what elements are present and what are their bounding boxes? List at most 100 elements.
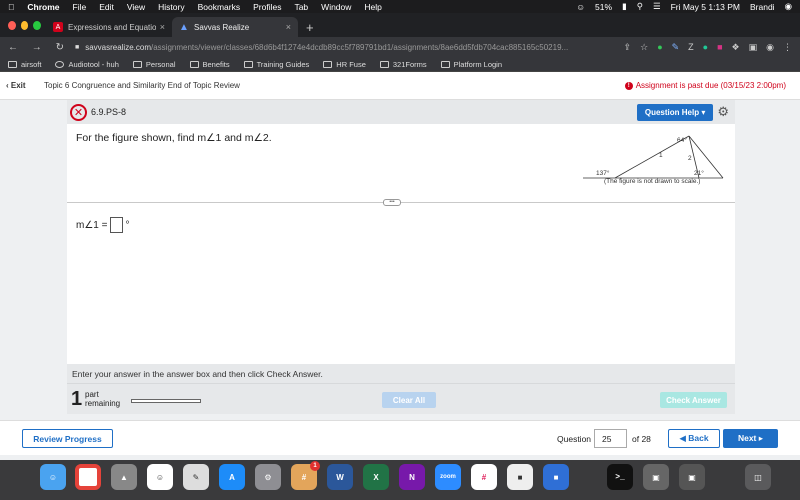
lock-icon[interactable]: ■	[75, 44, 79, 51]
wifi-icon[interactable]: ☺	[576, 2, 585, 12]
battery-icon[interactable]: ▮	[622, 1, 627, 12]
extension-green-icon[interactable]: ●	[657, 42, 662, 52]
close-tab-icon[interactable]: ×	[286, 22, 291, 32]
bookmark-airsoft[interactable]: airsoft	[8, 60, 41, 69]
exit-button[interactable]: ‹ Exit	[0, 81, 44, 90]
more-menu-icon[interactable]: ⋮	[783, 42, 792, 53]
resize-handle[interactable]: •••	[383, 199, 401, 206]
tab-expressions[interactable]: A Expressions and Equations Re ×	[46, 17, 172, 37]
roblox-studio-icon[interactable]: ■	[543, 464, 569, 490]
menubar:  Chrome File Edit View History Bookmark…	[0, 0, 800, 13]
divider	[67, 202, 735, 203]
trash-icon[interactable]: ◫	[745, 464, 771, 490]
menu-tab[interactable]: Tab	[294, 2, 308, 12]
battery-percent[interactable]: 51%	[595, 2, 612, 12]
control-center-icon[interactable]: ☰	[653, 1, 661, 12]
tab-savvas[interactable]: ▲ Savvas Realize ×	[172, 17, 298, 37]
question-prompt: For the figure shown, find m∠1 and m∠2.	[76, 132, 272, 144]
extension-teal-icon[interactable]: ●	[703, 42, 708, 52]
excel-icon[interactable]: X	[363, 464, 389, 490]
bookmark-benefits[interactable]: Benefits	[189, 59, 230, 69]
bookmark-audiotool[interactable]: Audiotool - huh	[55, 60, 119, 69]
bookmark-platform-login[interactable]: Platform Login	[440, 59, 502, 69]
close-tab-icon[interactable]: ×	[160, 22, 165, 32]
onenote-icon[interactable]: N	[399, 464, 425, 490]
word-icon[interactable]: W	[327, 464, 353, 490]
downloads-icon[interactable]: ▣	[679, 464, 705, 490]
app-store-icon[interactable]: A	[219, 464, 245, 490]
past-due-text: Assignment is past due (03/15/23 2:00pm)	[635, 81, 786, 90]
notification-badge: 1	[310, 461, 320, 471]
bookmark-training-guides[interactable]: Training Guides	[243, 60, 309, 69]
extension-z-icon[interactable]: Z	[688, 42, 694, 52]
question-label: Question	[557, 434, 592, 444]
angle-1-label: 1	[659, 152, 663, 159]
gear-icon[interactable]: ⚙	[717, 104, 729, 120]
bookmark-personal[interactable]: Personal	[132, 59, 176, 69]
bookmark-label: Platform Login	[453, 59, 502, 69]
menu-edit[interactable]: Edit	[99, 2, 114, 12]
roblox-icon[interactable]: ■	[507, 464, 533, 490]
share-icon[interactable]: ⇪	[624, 42, 632, 53]
close-window-button[interactable]	[8, 20, 16, 30]
notes-icon[interactable]: ✎	[183, 464, 209, 490]
bookmark-label: Benefits	[202, 59, 230, 69]
tab-strip: A Expressions and Equations Re × ▲ Savva…	[0, 13, 800, 37]
menu-file[interactable]: File	[73, 2, 87, 12]
bookmark-321forms[interactable]: 321Forms	[379, 60, 427, 69]
menu-app-name[interactable]: Chrome	[27, 2, 59, 12]
answer-input[interactable]	[110, 217, 124, 233]
menu-window[interactable]: Window	[321, 2, 351, 12]
question-help-button[interactable]: Question Help ▾	[636, 103, 714, 121]
clear-all-button[interactable]: Clear All	[382, 392, 436, 408]
incorrect-x-icon: ✕	[70, 103, 87, 121]
question-number-input[interactable]: 25	[594, 429, 627, 448]
zoom-icon[interactable]: zoom	[435, 464, 461, 490]
slack-icon[interactable]: #	[471, 464, 497, 490]
url-path: /assignments/viewer/classes/68d6b4f1274e…	[151, 42, 569, 52]
clock[interactable]: Fri May 5 1:13 PM	[671, 2, 740, 12]
folder-icon	[132, 60, 142, 68]
siri-icon[interactable]: ◉	[785, 1, 792, 12]
nav-buttons: ← → ↻	[8, 42, 75, 53]
menu-history[interactable]: History	[158, 2, 184, 12]
menu-help[interactable]: Help	[364, 2, 381, 12]
back-button[interactable]: ◀ Back	[668, 429, 720, 448]
zoom-window-button[interactable]	[33, 20, 42, 30]
review-progress-button[interactable]: Review Progress	[22, 429, 113, 448]
bookmark-star-icon[interactable]: ☆	[640, 42, 648, 53]
bookmark-hr-fuse[interactable]: HR Fuse	[323, 60, 366, 69]
sidebar-icon[interactable]: ▣	[749, 42, 758, 53]
tab-title: Expressions and Equations Re	[68, 22, 156, 32]
menu-profiles[interactable]: Profiles	[253, 2, 281, 12]
forward-arrow-icon[interactable]: →	[32, 42, 42, 53]
answer-prefix: m∠1 =	[76, 219, 108, 231]
instruction-text: Enter your answer in the answer box and …	[67, 364, 735, 384]
reload-icon[interactable]: ↻	[56, 42, 64, 53]
extension-pen-icon[interactable]: ✎	[672, 42, 680, 53]
parts-remaining-count: 1	[71, 388, 83, 410]
check-answer-button[interactable]: Check Answer	[660, 392, 727, 408]
menu-bookmarks[interactable]: Bookmarks	[198, 2, 241, 12]
calculator-icon[interactable]: #1	[291, 461, 320, 490]
extension-pink-icon[interactable]: ■	[717, 42, 722, 52]
user-name[interactable]: Brandi	[750, 2, 775, 12]
profile-avatar-icon[interactable]: ◉	[766, 42, 774, 53]
url-field[interactable]: ■ savvasrealize.com/assignments/viewer/c…	[75, 43, 615, 52]
menu-view[interactable]: View	[127, 2, 145, 12]
new-tab-button[interactable]: +	[298, 17, 322, 37]
minimize-window-button[interactable]	[20, 20, 29, 30]
back-arrow-icon[interactable]: ←	[8, 42, 18, 53]
contacts-icon[interactable]: ☺	[147, 464, 173, 490]
finder-icon[interactable]: ☺	[40, 464, 66, 490]
bookmark-label: Personal	[145, 59, 176, 69]
terminal-icon[interactable]: >_	[607, 464, 633, 490]
extensions-puzzle-icon[interactable]: ❖	[732, 42, 740, 53]
launchpad-icon[interactable]: ▲	[111, 464, 137, 490]
chrome-icon[interactable]	[75, 464, 101, 490]
settings-icon[interactable]: ⚙	[255, 464, 281, 490]
next-button[interactable]: Next ▸	[723, 429, 778, 448]
preview-icon[interactable]: ▣	[643, 464, 669, 490]
apple-icon[interactable]: 	[8, 2, 14, 12]
search-icon[interactable]: ⚲	[637, 1, 643, 12]
